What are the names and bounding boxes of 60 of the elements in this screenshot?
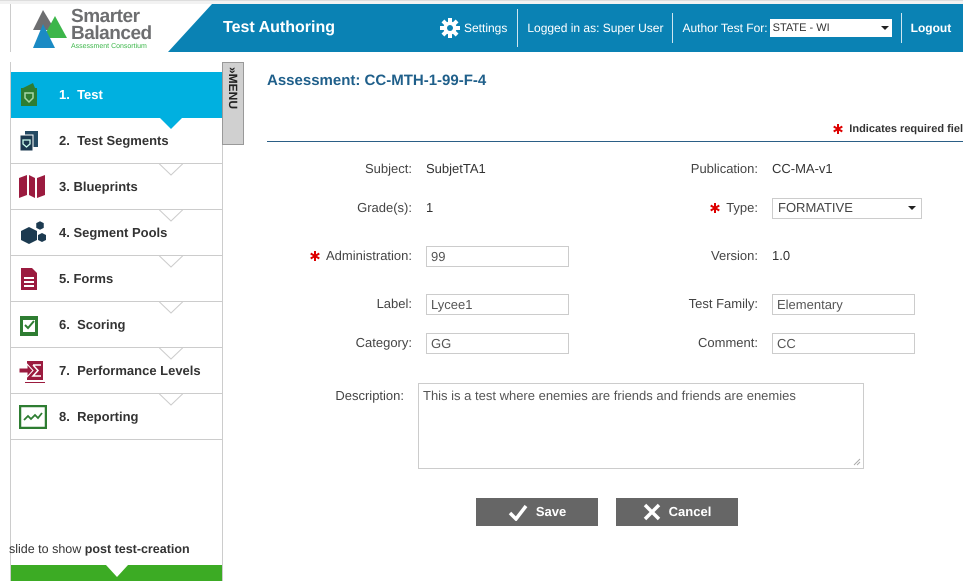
state-select[interactable]: STATE - WI (770, 19, 892, 37)
field-value: CC-MA-v1 (772, 160, 833, 178)
document-icon (19, 82, 37, 106)
brand-name: Smarter (71, 6, 140, 26)
document-icon (19, 266, 37, 290)
field-label: Label: (376, 295, 412, 314)
required-star-icon (833, 124, 844, 134)
resize-handle-icon (853, 458, 861, 466)
divider-notch (159, 255, 183, 268)
field-label: Author Test For: (681, 20, 769, 37)
cancel-button[interactable]: Cancel (616, 498, 738, 526)
divider-notch (159, 393, 183, 406)
description-field[interactable]: This is a test where enemies are friends and friends are enemies (418, 383, 864, 469)
caret-icon (908, 206, 916, 210)
down-triangle-icon (106, 565, 128, 577)
field-label: Administration: (326, 247, 412, 266)
required-note: Indicates required fiel (849, 122, 963, 136)
chart-icon (19, 404, 47, 428)
app-title: Test Authoring (223, 18, 336, 38)
field-label: Comment: (698, 334, 758, 352)
logo-icon (33, 8, 67, 48)
input-field[interactable]: Lycee1 (426, 294, 569, 314)
field-label: Subject: (365, 160, 412, 178)
input-field[interactable]: CC (772, 332, 915, 354)
settings-button[interactable]: Settings (440, 18, 518, 38)
divider-notch (159, 347, 183, 360)
page-title: Assessment: CC-MTH-1-99-F-4 (267, 71, 488, 91)
brand-name: Balanced (71, 24, 152, 42)
close-icon (642, 503, 661, 521)
cubes-icon (19, 220, 46, 244)
field-label: Type: (726, 199, 758, 218)
logout-link[interactable]: Logout (902, 19, 952, 37)
save-button[interactable]: Save (476, 498, 598, 526)
checkmark-icon (508, 503, 528, 521)
slide-hint: slide to show post test-creation (9, 541, 191, 558)
sigma-icon (19, 358, 45, 382)
field-value: SubjetTA1 (426, 160, 486, 178)
caret-icon (880, 26, 889, 30)
user-label: Logged in as: Super User (526, 20, 664, 37)
settings-icon (440, 18, 460, 38)
field-label: Category: (356, 334, 412, 352)
divider-notch (159, 163, 183, 176)
field-label: Publication: (690, 160, 758, 178)
field-value: 1 (426, 199, 434, 218)
field-value: 1.0 (772, 247, 790, 266)
divider-notch (159, 301, 183, 314)
input-field[interactable]: GG (426, 332, 569, 354)
field-label: Grade(s): (357, 199, 412, 218)
documents-icon (19, 128, 39, 152)
slide-down-button[interactable] (11, 565, 222, 581)
input-field[interactable]: 99 (426, 246, 569, 266)
pointer-triangle-icon (159, 117, 183, 129)
field-label: Test Family: (688, 295, 758, 314)
field-label: Description: (335, 387, 404, 405)
divider-notch (159, 209, 183, 222)
map-icon (19, 174, 45, 198)
type-select[interactable]: FORMATIVE (772, 198, 922, 218)
menu-tab[interactable]: »MENU (222, 62, 244, 145)
field-label: Version: (711, 247, 758, 266)
input-field[interactable]: Elementary (772, 294, 915, 314)
